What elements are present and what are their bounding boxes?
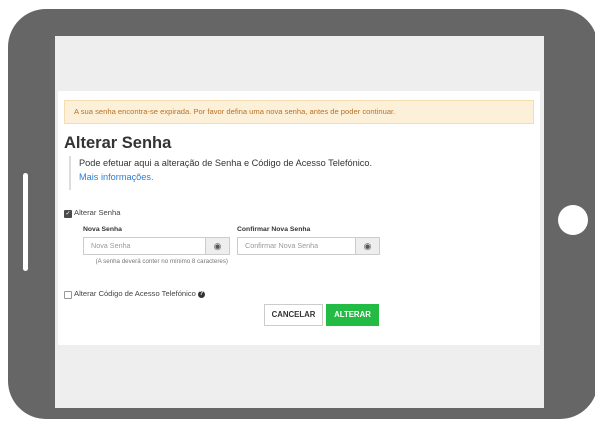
- password-hint: (A senha deverá conter no mínimo 8 carac…: [95, 258, 228, 265]
- confirm-password-input[interactable]: Confirmar Nova Senha: [237, 237, 355, 255]
- description-block: Pode efetuar aqui a alteração de Senha e…: [69, 156, 372, 190]
- new-password-input[interactable]: Nova Senha: [83, 237, 205, 255]
- eye-icon[interactable]: ◉: [205, 237, 230, 255]
- description-text: Pode efetuar aqui a alteração de Senha e…: [79, 158, 373, 168]
- password-card: A sua senha encontra-se expirada. Por fa…: [58, 91, 540, 345]
- confirm-password-label: Confirmar Nova Senha: [237, 226, 311, 233]
- eye-icon[interactable]: ◉: [355, 237, 380, 255]
- expired-password-alert: A sua senha encontra-se expirada. Por fa…: [64, 100, 534, 124]
- page-title: Alterar Senha: [64, 134, 172, 152]
- tablet-frame: A sua senha encontra-se expirada. Por fa…: [8, 9, 595, 419]
- cancel-button[interactable]: CANCELAR: [264, 304, 323, 326]
- confirm-password-group: Confirmar Nova Senha ◉: [237, 237, 380, 255]
- tablet-home-button[interactable]: [558, 205, 588, 235]
- change-password-label: Alterar Senha: [74, 208, 121, 217]
- more-info-link[interactable]: Mais informações.: [79, 170, 372, 184]
- change-phone-code-label: Alterar Código de Acesso Telefónico?: [74, 289, 205, 298]
- change-phone-code-checkbox[interactable]: [64, 291, 72, 299]
- new-password-label: Nova Senha: [83, 226, 122, 233]
- question-circle-icon[interactable]: ?: [197, 290, 205, 298]
- submit-button[interactable]: ALTERAR: [326, 304, 379, 326]
- tablet-screen: A sua senha encontra-se expirada. Por fa…: [55, 36, 544, 408]
- change-phone-code-text: Alterar Código de Acesso Telefónico: [74, 289, 196, 298]
- change-password-checkbox[interactable]: ✓: [64, 210, 72, 218]
- new-password-group: Nova Senha ◉: [83, 237, 230, 255]
- tablet-side-bar: [23, 173, 28, 271]
